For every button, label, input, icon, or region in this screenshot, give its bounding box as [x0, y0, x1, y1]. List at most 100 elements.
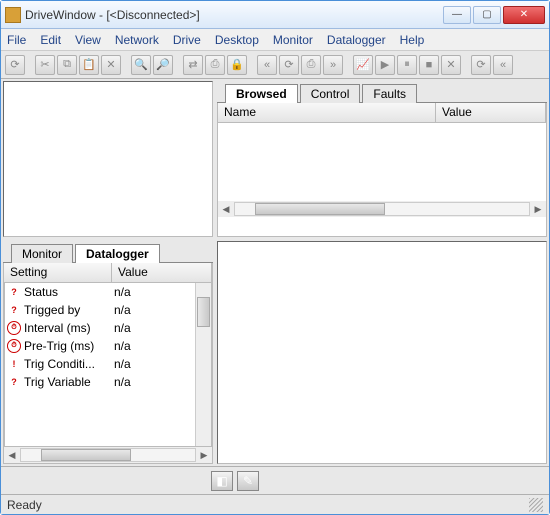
row-name: Trigged by — [24, 303, 114, 317]
toolbar-btn-17[interactable]: » — [323, 55, 343, 75]
menu-desktop[interactable]: Desktop — [215, 33, 259, 47]
scroll-left-icon[interactable]: ◀ — [218, 202, 234, 216]
maximize-button[interactable]: ▢ — [473, 6, 501, 24]
setting-row[interactable]: ?Statusn/a — [5, 283, 195, 301]
minimize-button[interactable]: — — [443, 6, 471, 24]
row-value: n/a — [114, 303, 195, 317]
menu-view[interactable]: View — [75, 33, 101, 47]
left-columns: Setting Value — [4, 263, 212, 283]
row-value: n/a — [114, 339, 195, 353]
left-tab-body: Setting Value ?Statusn/a?Trigged byn/a⏱I… — [3, 263, 213, 464]
left-hscroll[interactable]: ◀ ▶ — [4, 447, 212, 463]
toolbar-btn-14[interactable]: « — [257, 55, 277, 75]
scroll-track[interactable] — [234, 202, 530, 216]
row-value: n/a — [114, 375, 195, 389]
toolbar-btn-11[interactable]: ⎙ — [205, 55, 225, 75]
menu-help[interactable]: Help — [400, 33, 425, 47]
scroll-left-icon[interactable]: ◀ — [4, 448, 20, 462]
toolbar-btn-2[interactable]: ✂ — [35, 55, 55, 75]
scroll-right-icon[interactable]: ▶ — [530, 202, 546, 216]
row-name: Interval (ms) — [24, 321, 114, 335]
right-columns: Name Value — [218, 103, 546, 123]
detail-pane[interactable] — [217, 241, 547, 464]
col-value-left[interactable]: Value — [112, 263, 212, 282]
toolbar: ⟳✂⧉📋✕🔍🔎⇄⎙🔒«⟳⎙»📈▶⏸■✕⟳« — [1, 51, 549, 79]
tab-faults[interactable]: Faults — [362, 84, 417, 103]
client-area: BrowsedControlFaults Name Value ◀ ▶ — [1, 79, 549, 466]
menu-datalogger[interactable]: Datalogger — [327, 33, 386, 47]
right-list[interactable] — [218, 123, 546, 201]
toolbar-btn-5[interactable]: ✕ — [101, 55, 121, 75]
setting-row[interactable]: ?Trig Variablen/a — [5, 373, 195, 391]
toolbar-btn-0[interactable]: ⟳ — [5, 55, 25, 75]
right-hscroll[interactable]: ◀ ▶ — [218, 201, 546, 217]
row-icon: ! — [7, 357, 21, 371]
toolbar-btn-19[interactable]: 📈 — [353, 55, 373, 75]
toolbar-btn-20[interactable]: ▶ — [375, 55, 395, 75]
toolbar-btn-25[interactable]: ⟳ — [471, 55, 491, 75]
tab-browsed[interactable]: Browsed — [225, 84, 298, 103]
row-value: n/a — [114, 285, 195, 299]
upper-panes: BrowsedControlFaults Name Value ◀ ▶ — [1, 79, 549, 239]
toolbar-btn-26[interactable]: « — [493, 55, 513, 75]
vscroll-thumb[interactable] — [197, 297, 210, 327]
scroll-right-icon[interactable]: ▶ — [196, 448, 212, 462]
menu-network[interactable]: Network — [115, 33, 159, 47]
left-vscroll[interactable] — [195, 283, 211, 446]
tree-pane[interactable] — [3, 81, 213, 237]
menu-file[interactable]: File — [7, 33, 26, 47]
toolbar-btn-3[interactable]: ⧉ — [57, 55, 77, 75]
setting-row[interactable]: !Trig Conditi...n/a — [5, 355, 195, 373]
row-value: n/a — [114, 357, 195, 371]
col-value[interactable]: Value — [436, 103, 546, 122]
settings-list: ?Statusn/a?Trigged byn/a⏱Interval (ms)n/… — [4, 283, 212, 447]
resize-grip-icon[interactable] — [529, 498, 543, 512]
app-window: DriveWindow - [<Disconnected>] — ▢ ✕ Fil… — [0, 0, 550, 515]
window-title: DriveWindow - [<Disconnected>] — [25, 8, 443, 22]
toolbar-btn-22[interactable]: ■ — [419, 55, 439, 75]
toolbar-btn-8[interactable]: 🔎 — [153, 55, 173, 75]
setting-row[interactable]: ?Trigged byn/a — [5, 301, 195, 319]
scroll-track[interactable] — [20, 448, 196, 462]
bottom-toolbar: ◧✎ — [1, 466, 549, 494]
datalogger-pane: MonitorDatalogger Setting Value ?Statusn… — [3, 241, 213, 464]
titlebar: DriveWindow - [<Disconnected>] — ▢ ✕ — [1, 1, 549, 29]
toolbar-btn-10[interactable]: ⇄ — [183, 55, 203, 75]
toolbar-btn-16[interactable]: ⎙ — [301, 55, 321, 75]
toolbar-btn-23[interactable]: ✕ — [441, 55, 461, 75]
menu-edit[interactable]: Edit — [40, 33, 61, 47]
row-name: Trig Variable — [24, 375, 114, 389]
row-icon: ⏱ — [7, 321, 21, 335]
toolbar-btn-7[interactable]: 🔍 — [131, 55, 151, 75]
scroll-thumb[interactable] — [41, 449, 131, 461]
settings-rows[interactable]: ?Statusn/a?Trigged byn/a⏱Interval (ms)n/… — [5, 283, 195, 446]
row-value: n/a — [114, 321, 195, 335]
status-text: Ready — [7, 498, 42, 512]
col-setting[interactable]: Setting — [4, 263, 112, 282]
bottom-btn-1[interactable]: ✎ — [237, 471, 259, 491]
col-name[interactable]: Name — [218, 103, 436, 122]
bottom-btn-0[interactable]: ◧ — [211, 471, 233, 491]
statusbar: Ready — [1, 494, 549, 514]
right-tabs: BrowsedControlFaults — [217, 81, 547, 103]
row-name: Status — [24, 285, 114, 299]
row-icon: ? — [7, 285, 21, 299]
browsed-pane: BrowsedControlFaults Name Value ◀ ▶ — [217, 81, 547, 237]
tab-datalogger[interactable]: Datalogger — [75, 244, 160, 263]
toolbar-btn-21[interactable]: ⏸ — [397, 55, 417, 75]
scroll-thumb[interactable] — [255, 203, 385, 215]
row-icon: ? — [7, 303, 21, 317]
menu-monitor[interactable]: Monitor — [273, 33, 313, 47]
close-button[interactable]: ✕ — [503, 6, 545, 24]
toolbar-btn-12[interactable]: 🔒 — [227, 55, 247, 75]
setting-row[interactable]: ⏱Pre-Trig (ms)n/a — [5, 337, 195, 355]
row-name: Trig Conditi... — [24, 357, 114, 371]
tab-control[interactable]: Control — [300, 84, 361, 103]
right-tab-body: Name Value ◀ ▶ — [217, 103, 547, 237]
lower-panes: MonitorDatalogger Setting Value ?Statusn… — [1, 239, 549, 466]
menu-drive[interactable]: Drive — [173, 33, 201, 47]
toolbar-btn-4[interactable]: 📋 — [79, 55, 99, 75]
toolbar-btn-15[interactable]: ⟳ — [279, 55, 299, 75]
tab-monitor[interactable]: Monitor — [11, 244, 73, 263]
setting-row[interactable]: ⏱Interval (ms)n/a — [5, 319, 195, 337]
